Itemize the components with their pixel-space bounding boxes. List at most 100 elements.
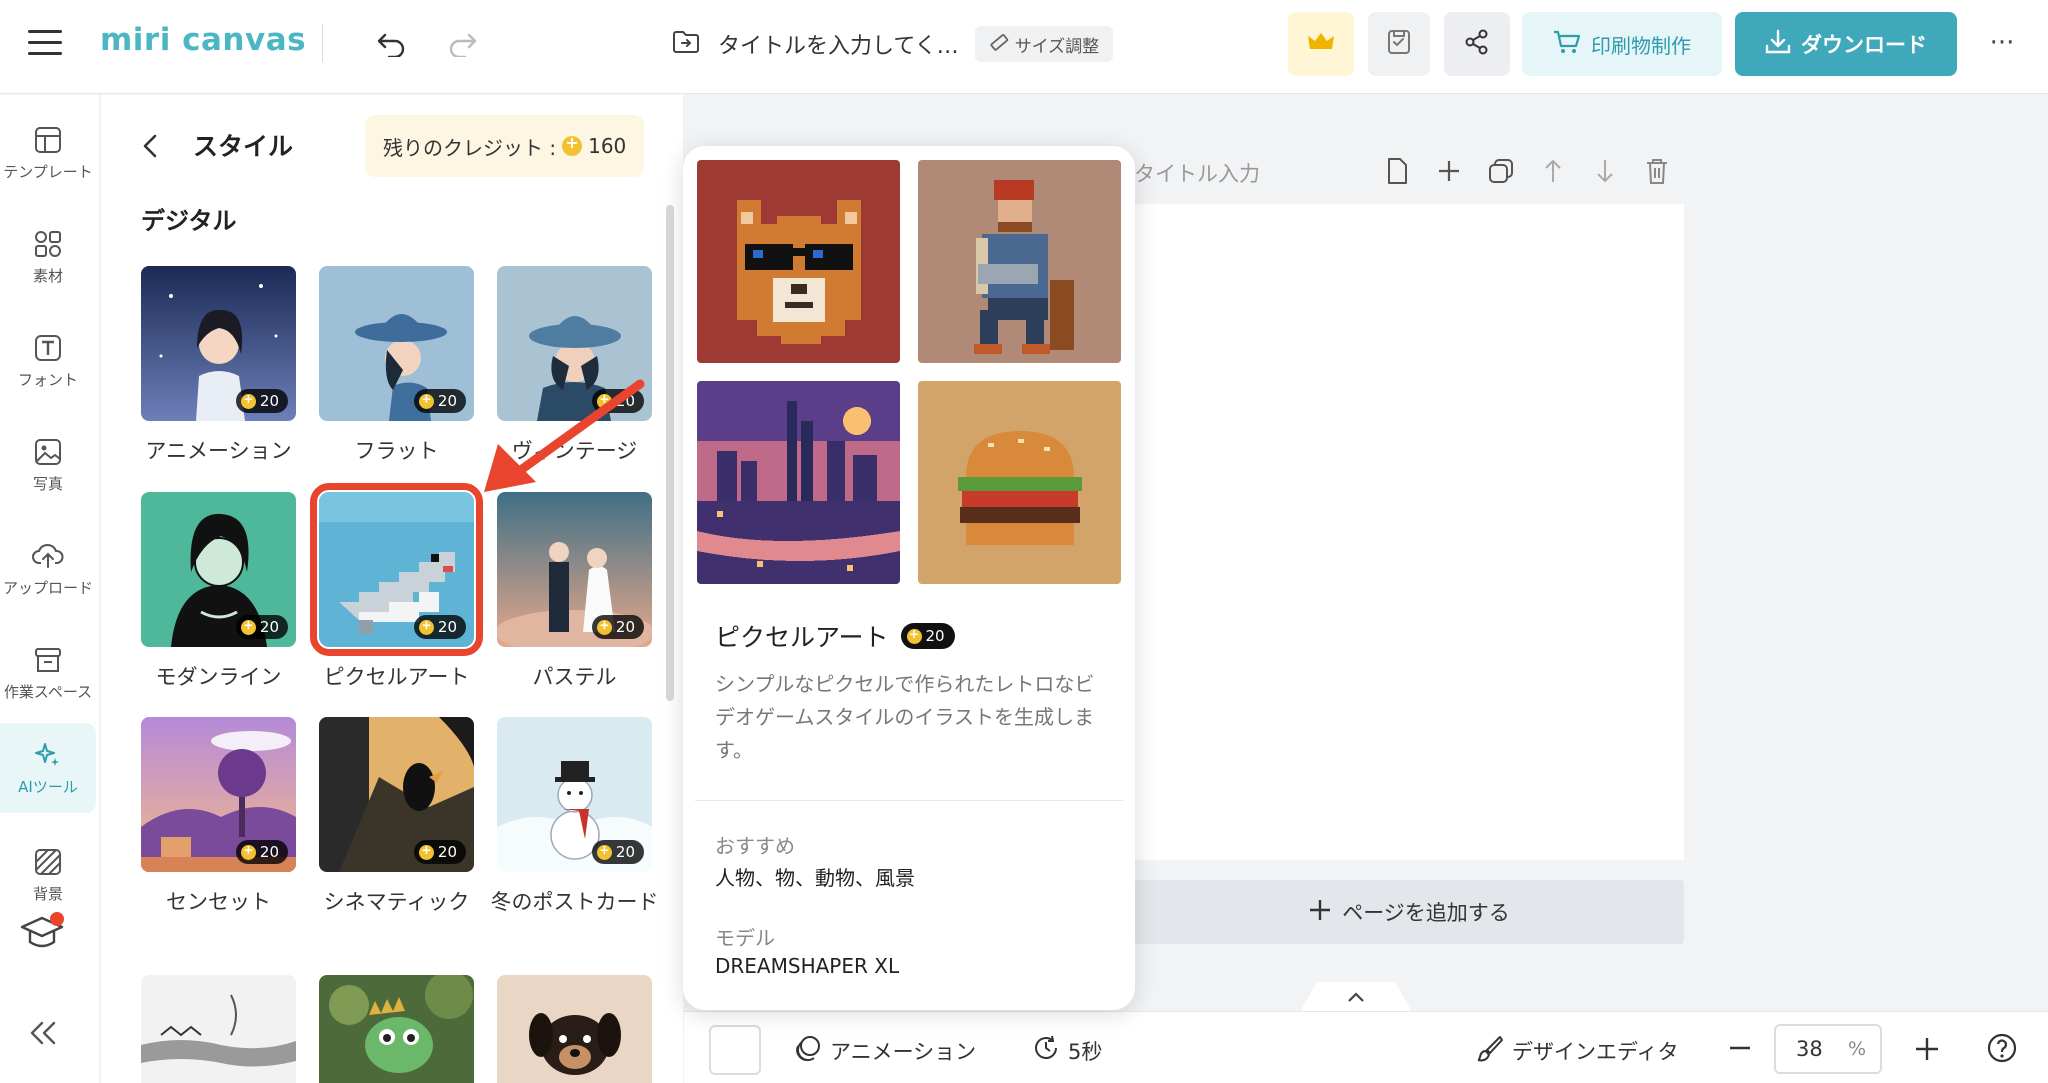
rail-item-workspace[interactable]: 作業スペース (0, 629, 96, 717)
page-icon[interactable] (1384, 156, 1410, 186)
document-title-area[interactable]: タイトルを入力してく… サイズ調整 (672, 26, 1114, 62)
style-thumbnail: 20 (319, 717, 474, 872)
style-thumbnail: 20 (141, 266, 296, 421)
zoom-value: 38 (1796, 1037, 1823, 1061)
style-name: ピクセルアート 20 (715, 618, 955, 654)
style-label: ピクセルアート (323, 665, 470, 689)
animation-icon (794, 1034, 822, 1067)
rail-label: 背景 (32, 884, 63, 903)
trash-icon[interactable] (1644, 156, 1670, 186)
style-thumbnail: 20 (310, 483, 483, 656)
rail-item-photos[interactable]: 写真 (0, 421, 96, 509)
photo-icon (35, 438, 61, 465)
cart-icon (1553, 29, 1581, 60)
panel-scrollbar[interactable] (666, 205, 674, 701)
credit-cost-badge: 20 (591, 615, 644, 639)
rail-item-fonts[interactable]: フォント (0, 317, 96, 405)
page-toolbar (1384, 156, 1670, 186)
premium-button[interactable] (1288, 12, 1354, 76)
style-card-flat[interactable]: 20 フラット (319, 266, 474, 467)
left-nav-rail: テンプレート 素材 フォント 写真 アップロード 作業スペース AIツール 背景 (0, 95, 100, 1083)
page-color-swatch[interactable] (709, 1025, 761, 1075)
crown-icon (1307, 31, 1335, 57)
document-title[interactable]: タイトルを入力してく… (718, 28, 959, 60)
style-card-sunset[interactable]: 20 センセット (141, 717, 296, 918)
coin-icon (240, 618, 256, 635)
redo-icon[interactable] (442, 24, 482, 64)
expand-pages-tab[interactable] (1300, 982, 1412, 1012)
animation-button[interactable]: アニメーション (794, 1034, 976, 1067)
rail-label: フォント (17, 370, 78, 389)
design-page[interactable] (1134, 204, 1684, 860)
style-card-pastel[interactable]: 20 パステル (497, 492, 652, 693)
style-card-3d-character[interactable] (319, 975, 474, 1083)
zoom-in-icon[interactable] (1914, 1036, 1940, 1066)
menu-icon[interactable] (28, 30, 62, 56)
background-icon (35, 848, 61, 875)
undo-icon[interactable] (372, 24, 412, 64)
print-order-label: 印刷物制作 (1591, 33, 1691, 58)
credit-cost-badge: 20 (235, 615, 288, 639)
zoom-input[interactable]: 38 % (1774, 1024, 1882, 1074)
style-label: 冬のポストカード (490, 890, 659, 914)
rail-item-background[interactable]: 背景 (0, 831, 96, 919)
style-description: シンプルなピクセルで作られたレトロなビデオゲームスタイルのイラストを生成します。 (715, 672, 1095, 762)
style-card-pixel-art[interactable]: 20 ピクセルアート (310, 483, 483, 693)
add-icon[interactable] (1436, 156, 1462, 186)
sample-image-grid (697, 160, 1121, 584)
credit-cost-badge: 20 (413, 615, 466, 639)
cost: 20 (615, 843, 635, 861)
credit-cost-badge: 20 (413, 840, 466, 864)
save-button[interactable] (1368, 12, 1430, 76)
style-card-modern-line[interactable]: 20 モダンライン (141, 492, 296, 693)
style-card-animation[interactable]: 20 アニメーション (141, 266, 296, 467)
style-label: シネマティック (323, 890, 470, 914)
style-card-winter-postcard[interactable]: 20 冬のポストカード (491, 717, 659, 918)
coin-icon (562, 133, 583, 156)
rail-item-ai-tools[interactable]: AIツール (0, 723, 96, 813)
ai-tools-icon (35, 742, 59, 766)
style-card-sketch[interactable] (141, 975, 296, 1083)
style-label: センセット (166, 890, 271, 914)
divider (322, 24, 323, 62)
move-up-icon[interactable] (1540, 156, 1566, 186)
sample-image-city (697, 381, 900, 584)
zoom-out-icon[interactable] (1728, 1036, 1752, 1064)
style-card-puppy[interactable] (497, 975, 652, 1083)
app-logo[interactable]: miri canvas (100, 22, 306, 58)
move-down-icon[interactable] (1592, 156, 1618, 186)
duplicate-icon[interactable] (1488, 156, 1514, 186)
rail-label: 作業スペース (3, 682, 93, 701)
brush-icon (1476, 1034, 1504, 1067)
credits-badge: 残りのクレジット : 160 (365, 115, 645, 177)
rail-item-elements[interactable]: 素材 (0, 213, 96, 301)
more-options-icon[interactable]: ··· (1984, 28, 2020, 58)
collapse-panel-icon[interactable] (28, 1019, 58, 1051)
print-order-button[interactable]: 印刷物制作 (1522, 12, 1722, 76)
tutorial-icon[interactable] (20, 911, 72, 959)
style-thumbnail (319, 975, 474, 1083)
resize-button[interactable]: サイズ調整 (974, 26, 1114, 62)
style-name-text: ピクセルアート (715, 623, 889, 652)
duration-button[interactable]: 5秒 (1032, 1034, 1102, 1067)
share-button[interactable] (1444, 12, 1510, 76)
style-label: モダンライン (155, 665, 282, 689)
folder-move-icon[interactable] (672, 29, 700, 59)
cost: 20 (259, 392, 279, 410)
zoom-unit: % (1847, 1038, 1866, 1060)
design-editor-label: デザインエディタ (1512, 1039, 1679, 1064)
resize-button-label: サイズ調整 (1014, 36, 1100, 57)
help-icon[interactable] (1986, 1032, 2018, 1068)
design-editor-button[interactable]: デザインエディタ (1476, 1034, 1679, 1067)
style-card-cinematic[interactable]: 20 シネマティック (319, 717, 474, 918)
style-label: アニメーション (145, 439, 292, 463)
credit-cost-badge: 20 (413, 389, 466, 413)
rail-item-templates[interactable]: テンプレート (0, 109, 96, 197)
page-title-input[interactable]: タイトル入力 (1134, 158, 1260, 188)
add-page-button[interactable]: ページを追加する (1134, 880, 1684, 944)
top-toolbar: miri canvas タイトルを入力してく… サイズ調整 印刷物制作 ダウンロ… (0, 0, 2048, 94)
back-chevron-icon[interactable] (141, 133, 159, 163)
style-label: フラット (354, 439, 439, 463)
rail-item-upload[interactable]: アップロード (0, 525, 96, 613)
download-button[interactable]: ダウンロード (1735, 12, 1957, 76)
